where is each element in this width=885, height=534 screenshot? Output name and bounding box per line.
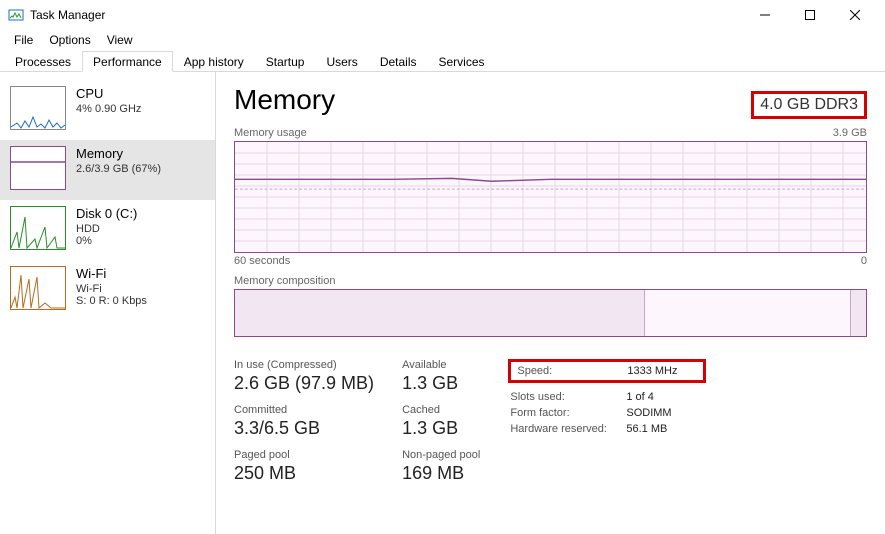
sidebar-item-memory[interactable]: Memory 2.6/3.9 GB (67%) [0, 140, 215, 200]
available-label: Available [402, 359, 480, 371]
stats-left: In use (Compressed) 2.6 GB (97.9 MB) Ava… [234, 359, 480, 484]
hw-value: 56.1 MB [626, 422, 683, 436]
slots-label: Slots used: [510, 390, 624, 404]
menu-view[interactable]: View [99, 31, 141, 49]
sidebar-item-sub2: S: 0 R: 0 Kbps [76, 295, 147, 307]
composition-graph[interactable] [234, 289, 867, 337]
composition-reserved [850, 290, 866, 336]
menubar: File Options View [0, 30, 885, 50]
disk-thumb-graph [10, 206, 66, 250]
sidebar-item-disk[interactable]: Disk 0 (C:) HDD 0% [0, 200, 215, 260]
cpu-thumb-graph [10, 86, 66, 130]
sidebar-item-sub2: 0% [76, 235, 137, 247]
sidebar-item-label: Wi-Fi [76, 266, 147, 281]
tab-app-history[interactable]: App history [173, 51, 255, 72]
tab-details[interactable]: Details [369, 51, 428, 72]
menu-file[interactable]: File [6, 31, 41, 49]
nonpaged-label: Non-paged pool [402, 449, 480, 461]
tab-processes[interactable]: Processes [4, 51, 82, 72]
memory-thumb-graph [10, 146, 66, 190]
sidebar-item-label: Memory [76, 146, 161, 161]
form-label: Form factor: [510, 406, 624, 420]
cached-value: 1.3 GB [402, 418, 480, 439]
tab-startup[interactable]: Startup [255, 51, 316, 72]
committed-value: 3.3/6.5 GB [234, 418, 374, 439]
sidebar-item-sub: HDD [76, 223, 137, 235]
wifi-thumb-graph [10, 266, 66, 310]
content: CPU 4% 0.90 GHz Memory 2.6/3.9 GB (67%) … [0, 72, 885, 534]
slots-value: 1 of 4 [626, 390, 683, 404]
cached-label: Cached [402, 404, 480, 416]
menu-options[interactable]: Options [41, 31, 98, 49]
sidebar-item-cpu[interactable]: CPU 4% 0.90 GHz [0, 80, 215, 140]
sidebar-item-label: CPU [76, 86, 141, 101]
xaxis-right: 0 [861, 255, 867, 267]
tab-performance[interactable]: Performance [82, 51, 173, 72]
close-button[interactable] [832, 0, 877, 30]
detail-pane: Memory 4.0 GB DDR3 Memory usage 3.9 GB 6… [216, 72, 885, 534]
speed-label: Speed: [517, 364, 625, 378]
form-value: SODIMM [626, 406, 683, 420]
paged-label: Paged pool [234, 449, 374, 461]
hw-label: Hardware reserved: [510, 422, 624, 436]
sidebar: CPU 4% 0.90 GHz Memory 2.6/3.9 GB (67%) … [0, 72, 216, 534]
committed-label: Committed [234, 404, 374, 416]
composition-label: Memory composition [234, 275, 335, 287]
sidebar-item-sub: 2.6/3.9 GB (67%) [76, 163, 161, 175]
usage-graph-label: Memory usage [234, 127, 307, 139]
usage-graph[interactable] [234, 141, 867, 253]
tab-services[interactable]: Services [428, 51, 496, 72]
minimize-button[interactable] [742, 0, 787, 30]
sidebar-item-sub: 4% 0.90 GHz [76, 103, 141, 115]
window-title: Task Manager [30, 8, 742, 22]
memory-capacity: 4.0 GB DDR3 [751, 91, 867, 119]
in-use-value: 2.6 GB (97.9 MB) [234, 373, 374, 394]
xaxis-left: 60 seconds [234, 255, 290, 267]
window-buttons [742, 0, 877, 30]
in-use-label: In use (Compressed) [234, 359, 374, 371]
usage-graph-max: 3.9 GB [833, 127, 867, 139]
tab-strip: Processes Performance App history Startu… [0, 50, 885, 72]
speed-value: 1333 MHz [627, 364, 697, 378]
paged-value: 250 MB [234, 463, 374, 484]
sidebar-item-label: Disk 0 (C:) [76, 206, 137, 221]
sidebar-item-sub: Wi-Fi [76, 283, 147, 295]
sidebar-item-wifi[interactable]: Wi-Fi Wi-Fi S: 0 R: 0 Kbps [0, 260, 215, 320]
tab-users[interactable]: Users [315, 51, 368, 72]
stats-right: Speed: 1333 MHz Slots used: 1 of 4 Form … [508, 359, 706, 484]
app-icon [8, 7, 24, 23]
available-value: 1.3 GB [402, 373, 480, 394]
nonpaged-value: 169 MB [402, 463, 480, 484]
titlebar: Task Manager [0, 0, 885, 30]
composition-in-use [235, 290, 645, 336]
maximize-button[interactable] [787, 0, 832, 30]
page-title: Memory [234, 84, 335, 116]
